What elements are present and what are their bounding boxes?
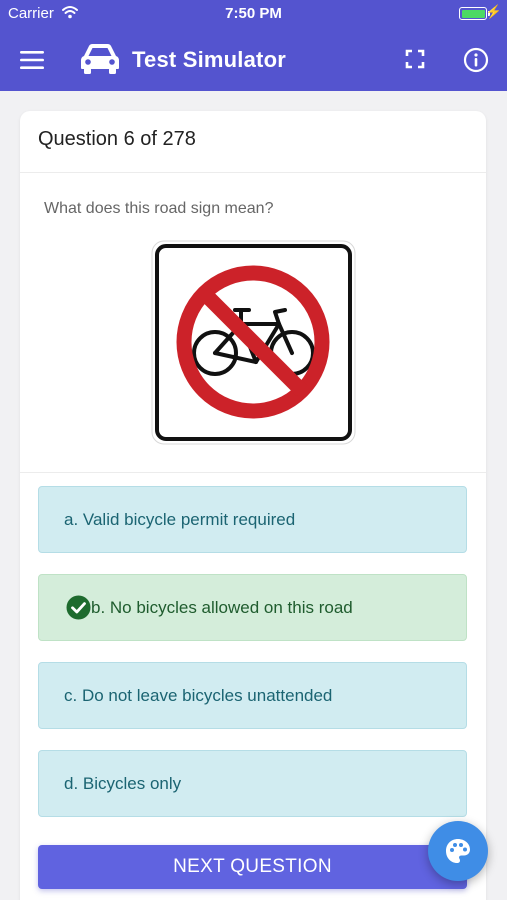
answer-b-label: b. No bicycles allowed on this road — [91, 597, 353, 617]
navbar: Test Simulator — [0, 28, 507, 91]
answer-a[interactable]: a. Valid bicycle permit required — [38, 486, 467, 553]
theme-button[interactable] — [428, 821, 488, 881]
bolt-icon: ⚡ — [485, 4, 502, 19]
no-bicycles-road-sign — [151, 240, 356, 445]
answer-a-label: a. Valid bicycle permit required — [64, 509, 296, 529]
info-button[interactable] — [458, 42, 494, 78]
question-card: Question 6 of 278 What does this road si… — [20, 111, 486, 900]
answer-c-label: c. Do not leave bicycles unattended — [64, 685, 333, 705]
hamburger-menu-icon — [20, 51, 44, 69]
question-text: What does this road sign mean? — [44, 200, 274, 217]
fullscreen-button[interactable] — [398, 42, 432, 76]
next-question-button[interactable]: NEXT QUESTION — [38, 845, 467, 889]
answer-d[interactable]: d. Bicycles only — [38, 750, 467, 817]
check-circle-icon — [66, 595, 91, 620]
answer-c[interactable]: c. Do not leave bicycles unattended — [38, 662, 467, 729]
app-title: Test Simulator — [132, 47, 286, 72]
status-bar: Carrier 7:50 PM ⚡ — [0, 0, 507, 28]
app-header: Carrier 7:50 PM ⚡ Test Simulator — [0, 0, 507, 91]
status-time: 7:50 PM — [225, 5, 282, 22]
answer-b[interactable]: b. No bicycles allowed on this road — [38, 574, 467, 641]
car-icon — [81, 44, 119, 74]
hamburger-menu-button[interactable] — [14, 44, 50, 76]
next-question-label: NEXT QUESTION — [173, 856, 332, 877]
fullscreen-icon — [405, 49, 425, 69]
question-counter: Question 6 of 278 — [38, 128, 196, 150]
info-icon — [463, 47, 489, 73]
answer-d-label: d. Bicycles only — [64, 773, 182, 793]
battery-icon — [459, 7, 490, 20]
divider — [20, 472, 486, 473]
palette-icon — [446, 839, 470, 863]
card-header: Question 6 of 278 — [20, 111, 486, 173]
